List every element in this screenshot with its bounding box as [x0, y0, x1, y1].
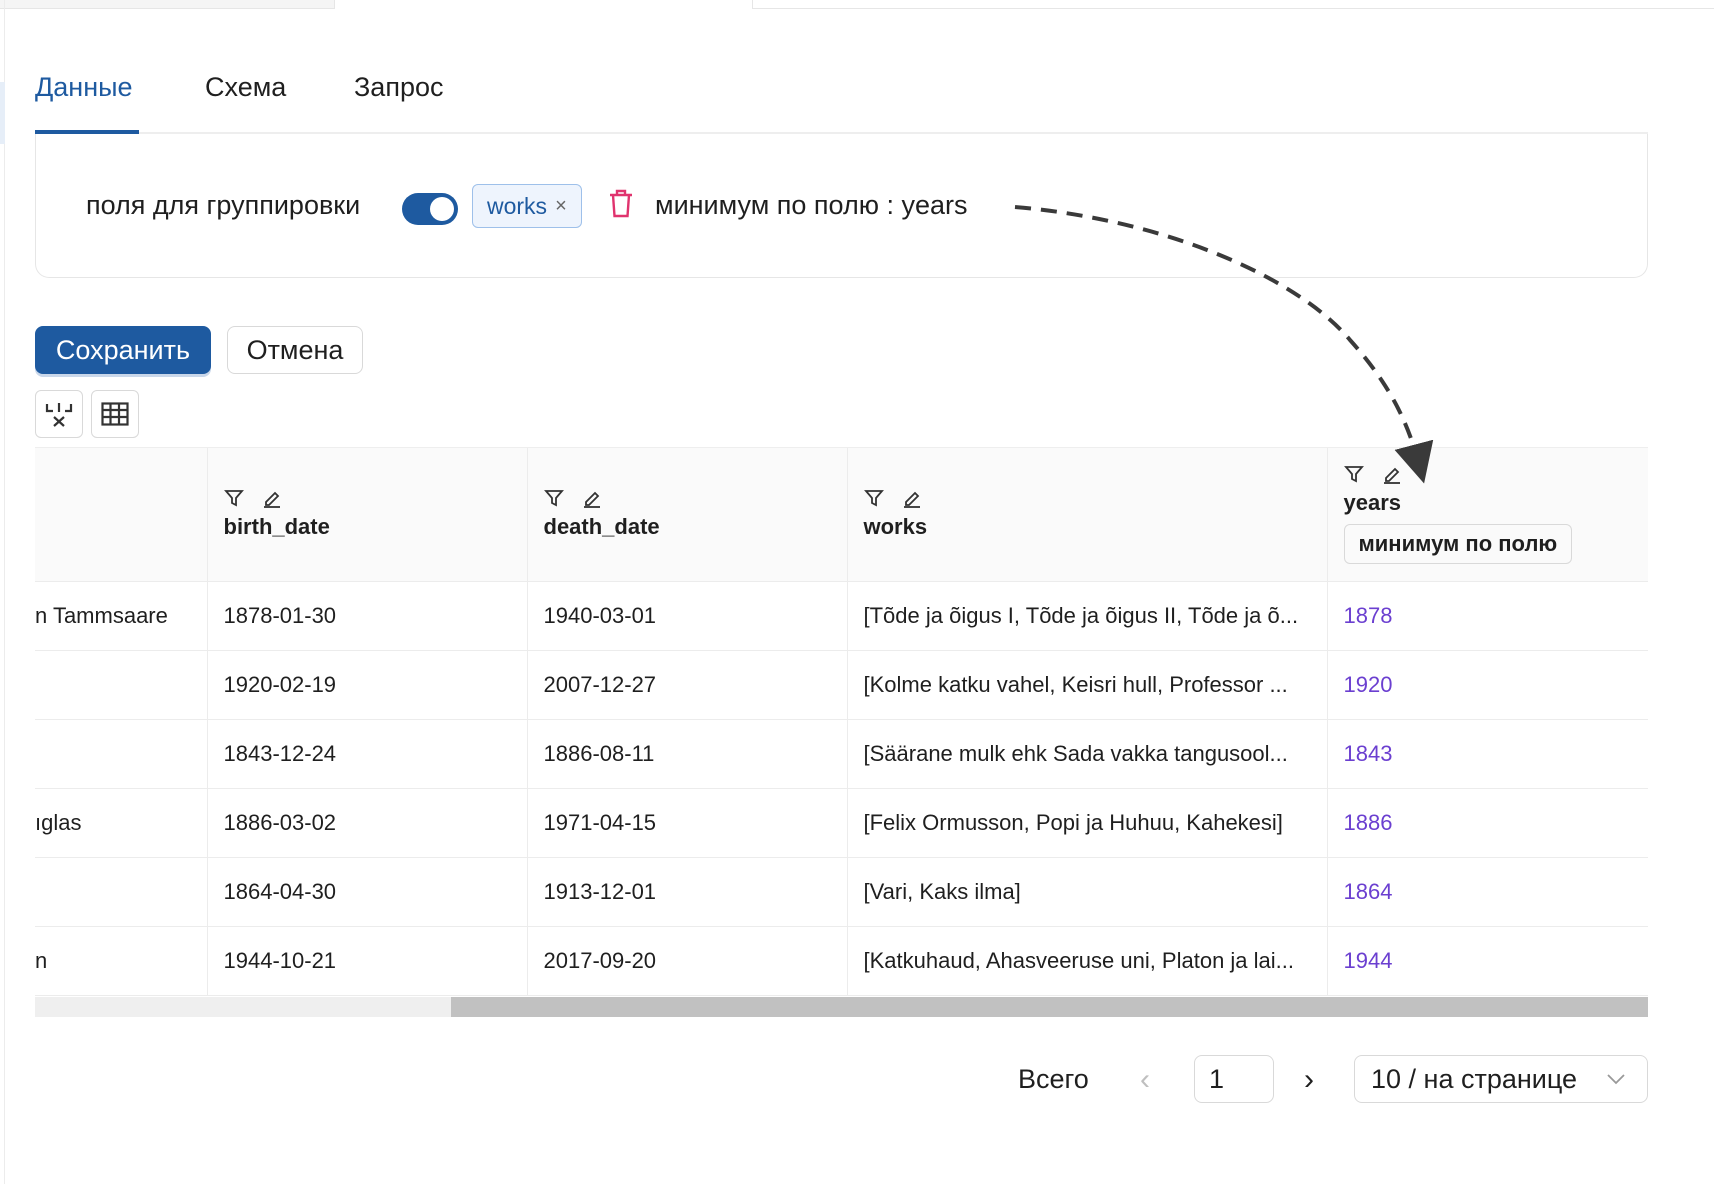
chevron-down-icon [1607, 1074, 1625, 1085]
edit-icon[interactable] [582, 488, 602, 509]
tab-data[interactable]: Данные [35, 72, 133, 103]
cell-birth-date: 1878-01-30 [207, 581, 528, 651]
left-edge [0, 0, 5, 1184]
column-label-works: works [863, 514, 928, 540]
toggle-knob [430, 197, 454, 221]
cell-name: n [35, 926, 208, 996]
page-size-select[interactable]: 10 / на странице [1354, 1055, 1648, 1103]
cell-death-date: 1940-03-01 [527, 581, 848, 651]
pagination: Всего ‹ › 10 / на странице [0, 1055, 1714, 1103]
cell-works: [Kolme katku vahel, Keisri hull, Profess… [847, 650, 1328, 720]
column-header-years: years минимум по полю [1327, 448, 1648, 582]
top-strip [0, 0, 1714, 12]
formula-icon [45, 403, 73, 427]
cell-birth-date: 1920-02-19 [207, 650, 528, 720]
cell-years: 1920 [1327, 650, 1648, 720]
page-number-input[interactable] [1194, 1055, 1274, 1103]
cell-years: 1944 [1327, 926, 1648, 996]
trash-icon[interactable] [608, 189, 634, 219]
column-header-birth-date: birth_date [207, 448, 528, 582]
filter-icon[interactable] [223, 488, 244, 508]
cell-works: [Säärane mulk ehk Sada vakka tangusool..… [847, 719, 1328, 789]
cell-name [35, 857, 208, 927]
edit-icon[interactable] [902, 488, 922, 509]
cell-name [35, 719, 208, 789]
cell-years: 1843 [1327, 719, 1648, 789]
close-icon[interactable]: × [555, 196, 567, 216]
column-label-years: years [1343, 490, 1402, 516]
edit-icon[interactable] [262, 488, 282, 509]
data-table: birth_date death_date works years миниму… [35, 447, 1648, 1017]
edit-icon[interactable] [1382, 464, 1402, 485]
table-row[interactable]: ıglas 1886-03-02 1971-04-15 [Felix Ormusson… [35, 788, 1648, 858]
column-header-works: works [847, 448, 1328, 582]
cell-works: [Felix Ormusson, Popi ja Huhuu, Kahekesi… [847, 788, 1328, 858]
cell-name: ıglas [35, 788, 208, 858]
table-row[interactable]: n 1944-10-21 2017-09-20 [Katkuhaud, Ahasvee… [35, 926, 1648, 996]
cell-birth-date: 1944-10-21 [207, 926, 528, 996]
table-row[interactable]: 1843-12-24 1886-08-11 [Säärane mulk ehk Sa… [35, 719, 1648, 789]
cell-death-date: 1971-04-15 [527, 788, 848, 858]
page-size-label: 10 / на странице [1371, 1063, 1578, 1094]
column-header-name [35, 448, 208, 582]
table-header-row: birth_date death_date works years миниму… [35, 448, 1648, 582]
cell-birth-date: 1864-04-30 [207, 857, 528, 927]
tab-query-label: Запрос [354, 72, 444, 102]
left-edge-marker [0, 82, 5, 144]
table-row[interactable]: n Tammsaare 1878-01-30 1940-03-01 [Tõde ja … [35, 581, 1648, 651]
chevron-left-icon[interactable]: ‹ [1140, 1063, 1150, 1097]
cell-works: [Tõde ja õigus I, Tõde ja õigus II, Tõde… [847, 581, 1328, 651]
cell-birth-date: 1886-03-02 [207, 788, 528, 858]
cell-years: 1878 [1327, 581, 1648, 651]
aggregation-chip[interactable]: минимум по полю [1343, 524, 1573, 565]
chevron-right-icon[interactable]: › [1304, 1063, 1314, 1097]
cell-death-date: 1913-12-01 [527, 857, 848, 927]
save-button[interactable]: Сохранить [35, 326, 211, 374]
tab-query[interactable]: Запрос [354, 72, 443, 103]
column-label-death-date: death_date [543, 514, 660, 540]
tab-bar: Данные Схема Запрос [35, 60, 1648, 134]
grouping-label: поля для группировки [86, 190, 361, 220]
table-row[interactable]: 1864-04-30 1913-12-01 [Vari, Kaks ilma] 186… [35, 857, 1648, 927]
table-row[interactable]: 1920-02-19 2007-12-27 [Kolme katku vahel, … [35, 650, 1648, 720]
formula-button[interactable] [35, 390, 83, 438]
grouping-toggle[interactable] [402, 193, 458, 225]
cell-death-date: 1886-08-11 [527, 719, 848, 789]
cell-years: 1886 [1327, 788, 1648, 858]
top-strip-right [752, 0, 1714, 9]
cell-name: n Tammsaare [35, 581, 208, 651]
group-field-tag-label: works [487, 192, 548, 219]
cell-death-date: 2017-09-20 [527, 926, 848, 996]
cell-works: [Vari, Kaks ilma] [847, 857, 1328, 927]
pagination-total-label: Всего [1018, 1064, 1089, 1094]
filter-icon[interactable] [1343, 464, 1364, 484]
column-label-birth-date: birth_date [223, 514, 330, 540]
filter-icon[interactable] [543, 488, 564, 508]
aggregation-label: минимум по полю : years [655, 190, 968, 220]
tab-data-label: Данные [35, 72, 133, 102]
horizontal-scrollbar[interactable] [35, 997, 1648, 1017]
tab-schema-label: Схема [205, 72, 287, 102]
grouping-panel: поля для группировки works × минимум по … [35, 134, 1648, 278]
tab-schema[interactable]: Схема [205, 72, 286, 103]
scrollbar-thumb[interactable] [451, 997, 1648, 1017]
filter-icon[interactable] [863, 488, 884, 508]
column-header-death-date: death_date [527, 448, 848, 582]
cell-name [35, 650, 208, 720]
cell-death-date: 2007-12-27 [527, 650, 848, 720]
cell-works: [Katkuhaud, Ahasveeruse uni, Platon ja l… [847, 926, 1328, 996]
cancel-button[interactable]: Отмена [227, 326, 363, 374]
top-strip-left [0, 0, 335, 9]
table-view-button[interactable] [91, 390, 139, 438]
cell-birth-date: 1843-12-24 [207, 719, 528, 789]
group-field-tag: works × [472, 184, 582, 228]
table-icon [101, 402, 129, 426]
cell-years: 1864 [1327, 857, 1648, 927]
